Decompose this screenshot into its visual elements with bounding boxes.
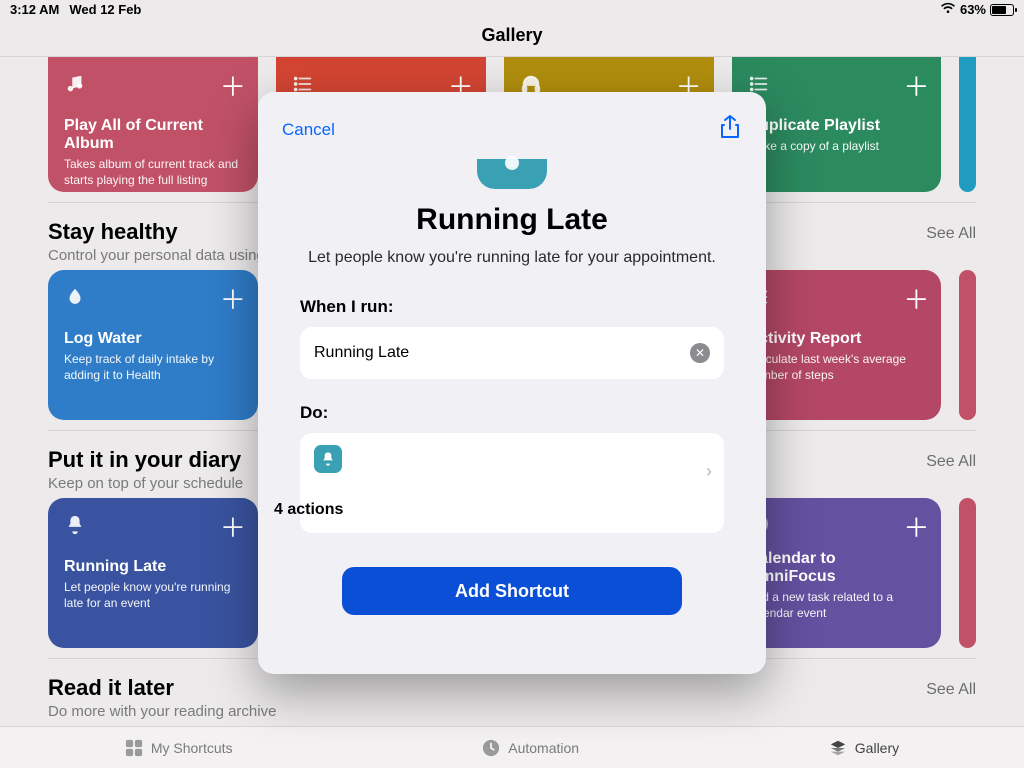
chevron-right-icon: › (706, 461, 712, 482)
bell-icon (314, 445, 342, 473)
cancel-button[interactable]: Cancel (282, 120, 335, 140)
shortcut-name-input[interactable] (314, 344, 690, 362)
shortcut-name-field[interactable]: ✕ (300, 327, 724, 379)
share-icon[interactable] (718, 114, 742, 145)
modal-title: Running Late (282, 203, 742, 237)
do-label: Do: (300, 403, 724, 423)
modal-overlay: Cancel Running Late Let people know you'… (0, 0, 1024, 768)
modal-description: Let people know you're running late for … (290, 249, 734, 267)
shortcut-app-icon (477, 159, 547, 189)
shortcut-detail-modal: Cancel Running Late Let people know you'… (258, 92, 766, 674)
add-shortcut-button[interactable]: Add Shortcut (342, 567, 682, 615)
clear-text-icon[interactable]: ✕ (690, 343, 710, 363)
actions-count: 4 actions (274, 501, 343, 519)
when-i-run-label: When I run: (300, 297, 724, 317)
actions-row[interactable]: 4 actions › (300, 433, 724, 533)
